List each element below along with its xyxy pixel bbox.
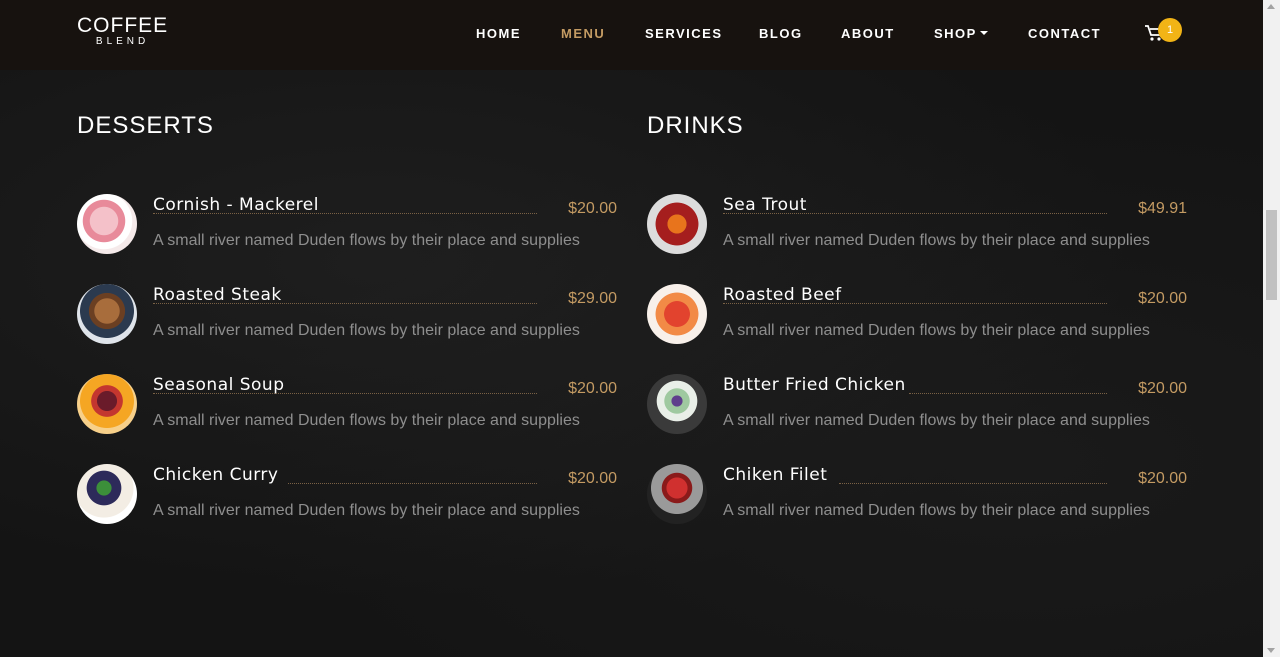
item-description: A small river named Duden flows by their…: [153, 502, 580, 519]
item-price: $20.00: [568, 380, 617, 397]
item-price: $20.00: [1138, 380, 1187, 397]
dessert-cake-image: [77, 194, 137, 254]
item-name: Chiken Filet: [723, 465, 828, 485]
cart-button[interactable]: 1: [1145, 18, 1185, 46]
drink-red-cocktail-image: [647, 464, 707, 524]
chevron-down-icon: [979, 31, 988, 35]
nav-contact[interactable]: CONTACT: [1028, 26, 1101, 42]
item-description: A small river named Duden flows by their…: [153, 412, 580, 429]
list-item[interactable]: Cornish - Mackerel $20.00 A small river …: [77, 194, 617, 256]
scroll-up-icon[interactable]: [1267, 4, 1275, 9]
item-price: $49.91: [1138, 200, 1187, 217]
list-item[interactable]: Roasted Beef $20.00 A small river named …: [647, 284, 1187, 346]
drinks-title: DRINKS: [647, 112, 744, 139]
divider: [723, 213, 1107, 214]
item-description: A small river named Duden flows by their…: [723, 322, 1150, 339]
nav-home[interactable]: HOME: [476, 26, 521, 42]
list-item[interactable]: Butter Fried Chicken $20.00 A small rive…: [647, 374, 1187, 436]
list-item[interactable]: Sea Trout $49.91 A small river named Dud…: [647, 194, 1187, 256]
list-item[interactable]: Chicken Curry $20.00 A small river named…: [77, 464, 617, 526]
divider: [839, 483, 1107, 484]
scroll-down-icon[interactable]: [1267, 648, 1275, 653]
item-description: A small river named Duden flows by their…: [723, 412, 1150, 429]
item-description: A small river named Duden flows by their…: [723, 232, 1150, 249]
brand-line2: BLEND: [95, 36, 150, 47]
nav-blog[interactable]: BLOG: [759, 26, 803, 42]
item-price: $20.00: [1138, 290, 1187, 307]
item-price: $29.00: [568, 290, 617, 307]
item-price: $20.00: [568, 200, 617, 217]
item-name: Butter Fried Chicken: [723, 375, 906, 395]
dessert-tart-image: [77, 374, 137, 434]
drink-gin-tonic-image: [647, 374, 707, 434]
divider: [153, 213, 537, 214]
page-scrollbar[interactable]: [1263, 0, 1280, 657]
scrollbar-thumb[interactable]: [1266, 210, 1277, 300]
divider: [723, 303, 1107, 304]
desserts-title: DESSERTS: [77, 112, 214, 139]
item-description: A small river named Duden flows by their…: [723, 502, 1150, 519]
list-item[interactable]: Chiken Filet $20.00 A small river named …: [647, 464, 1187, 526]
list-item[interactable]: Roasted Steak $29.00 A small river named…: [77, 284, 617, 346]
nav-menu[interactable]: MENU: [561, 26, 605, 42]
divider: [153, 393, 537, 394]
brand-line1: COFFEE: [77, 14, 169, 37]
item-description: A small river named Duden flows by their…: [153, 322, 580, 339]
item-price: $20.00: [568, 470, 617, 487]
dessert-pancake-image: [77, 284, 137, 344]
nav-services[interactable]: SERVICES: [645, 26, 723, 42]
drink-juice-image: [647, 284, 707, 344]
item-price: $20.00: [1138, 470, 1187, 487]
list-item[interactable]: Seasonal Soup $20.00 A small river named…: [77, 374, 617, 436]
cart-count-badge: 1: [1158, 18, 1182, 42]
brand-logo[interactable]: COFFEE BLEND: [77, 15, 168, 48]
item-description: A small river named Duden flows by their…: [153, 232, 580, 249]
nav-about[interactable]: ABOUT: [841, 26, 895, 42]
nav-shop-label: SHOP: [934, 26, 977, 41]
nav-shop-dropdown[interactable]: SHOP: [934, 26, 988, 42]
divider: [909, 393, 1107, 394]
navbar: COFFEE BLEND HOME MENU SERVICES BLOG ABO…: [0, 0, 1263, 70]
drink-cocktail-image: [647, 194, 707, 254]
divider: [288, 483, 537, 484]
dessert-cheesecake-image: [77, 464, 137, 524]
divider: [153, 303, 537, 304]
item-name: Chicken Curry: [153, 465, 279, 485]
